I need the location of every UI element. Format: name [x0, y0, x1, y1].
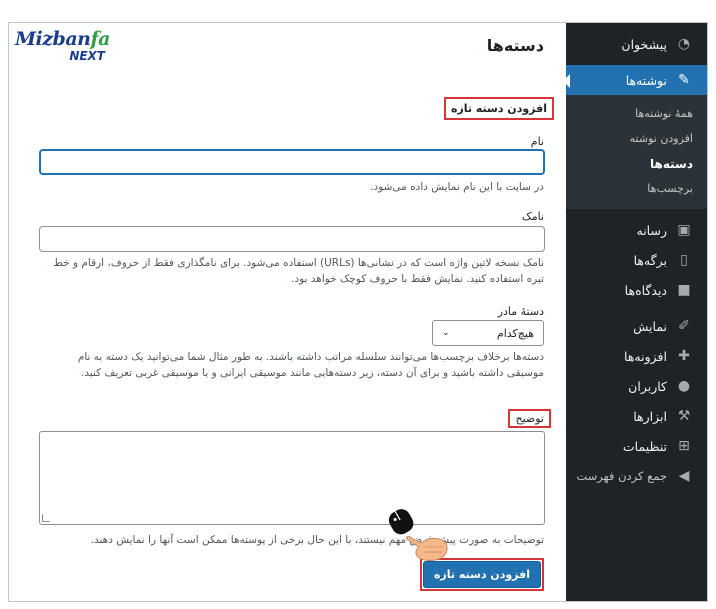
page-title: دسته‌ها: [486, 36, 544, 55]
sidebar-item-dashboard[interactable]: ◔ پیشخوان: [564, 29, 707, 59]
dashboard-icon: ◔: [677, 36, 691, 52]
sidebar-item-label: کاربران: [628, 378, 667, 394]
plugin-icon: ✚: [678, 348, 690, 364]
media-icon: ▣: [677, 222, 691, 238]
wrench-icon: ⚒: [677, 408, 691, 424]
brush-icon: ✐: [678, 318, 690, 334]
section-title: افزودن دسته تازه: [443, 97, 554, 120]
sidebar-item-label: تنظیمات: [622, 438, 667, 454]
collapse-icon: ◀: [678, 468, 690, 484]
sidebar-item-plugins[interactable]: ✚ افزونه‌ها: [564, 341, 707, 371]
resize-grip-icon[interactable]: [42, 514, 50, 522]
sidebar-collapse-menu[interactable]: ◀ جمع کردن فهرست: [564, 461, 707, 491]
sidebar-item-appearance[interactable]: ✐ نمایش: [564, 311, 707, 341]
sidebar-item-label: نمایش: [633, 318, 667, 334]
sidebar-item-label: پیشخوان: [621, 36, 667, 52]
sidebar-item-label: نوشته‌ها: [625, 72, 667, 88]
sidebar-item-comments[interactable]: ■ دیدگاه‌ها: [564, 275, 707, 305]
logo-text-sub: NEXT: [69, 49, 105, 63]
sidebar-item-label: رسانه: [636, 222, 668, 238]
description-textarea[interactable]: [39, 431, 545, 525]
parent-label: دستهٔ مادر: [497, 305, 544, 318]
slug-label: نامک: [521, 210, 544, 223]
main-content: Mizbanfa NEXT دسته‌ها افزودن دسته تازه ن…: [9, 23, 566, 601]
sidebar-item-tools[interactable]: ⚒ ابزارها: [564, 401, 707, 431]
parent-help-text: دسته‌ها برخلاف برچسب‌ها می‌توانند سلسله …: [77, 351, 544, 379]
sidebar-item-settings[interactable]: ⊞ تنظیمات: [564, 431, 707, 461]
sidebar-item-pages[interactable]: ▯ برگه‌ها: [564, 245, 707, 275]
sidebar-item-label: ابزارها: [633, 408, 667, 424]
sidebar-item-label: برگه‌ها: [633, 252, 667, 268]
logo-text-accent: fa: [90, 28, 110, 50]
admin-window: ◔ پیشخوان ✎ نوشته‌ها همهٔ نوشته‌ها افزود…: [8, 22, 708, 602]
submenu-tags[interactable]: برچسب‌ها: [564, 176, 707, 201]
description-help-text: توضیحات به صورت پیش فرض مهم نیستند، با ا…: [90, 534, 544, 546]
brand-logo: Mizbanfa NEXT: [15, 29, 111, 65]
pin-icon: ✎: [678, 72, 690, 88]
chevron-down-icon: ⌄: [442, 328, 450, 338]
submenu-all-posts[interactable]: همهٔ نوشته‌ها: [564, 101, 707, 126]
description-label: توضیح: [508, 409, 551, 428]
posts-submenu: همهٔ نوشته‌ها افزودن نوشته دسته‌ها برچسب…: [564, 95, 707, 209]
add-category-button[interactable]: افزودن دسته تازه: [422, 561, 541, 588]
parent-category-select[interactable]: هیچ‌کدام ⌄: [432, 320, 544, 346]
sidebar-item-users[interactable]: ● کاربران: [564, 371, 707, 401]
sidebar-item-label: افزونه‌ها: [624, 348, 667, 364]
sidebar-item-label: دیدگاه‌ها: [624, 282, 667, 298]
submenu-add-post[interactable]: افزودن نوشته: [564, 126, 707, 151]
users-icon: ●: [677, 378, 691, 394]
slug-input[interactable]: [39, 226, 545, 252]
parent-select-value: هیچ‌کدام: [496, 326, 534, 340]
sidebar-item-label: جمع کردن فهرست: [576, 469, 667, 483]
comments-icon: ■: [677, 282, 691, 298]
logo-text-main: Mizban: [15, 28, 91, 50]
sidebar-item-posts[interactable]: ✎ نوشته‌ها: [563, 65, 707, 95]
submenu-categories[interactable]: دسته‌ها: [564, 151, 707, 176]
name-input[interactable]: [39, 149, 545, 175]
name-label: نام: [530, 135, 544, 148]
settings-icon: ⊞: [678, 438, 690, 454]
admin-sidebar: ◔ پیشخوان ✎ نوشته‌ها همهٔ نوشته‌ها افزود…: [563, 23, 707, 601]
sidebar-item-media[interactable]: ▣ رسانه: [564, 215, 707, 245]
pointing-hand-icon: [388, 509, 448, 561]
name-help-text: در سایت با این نام نمایش داده می‌شود.: [370, 181, 544, 193]
pages-icon: ▯: [680, 252, 688, 268]
slug-help-text: نامک نسخه لاتین واژه است که در نشانی‌ها …: [53, 257, 544, 285]
